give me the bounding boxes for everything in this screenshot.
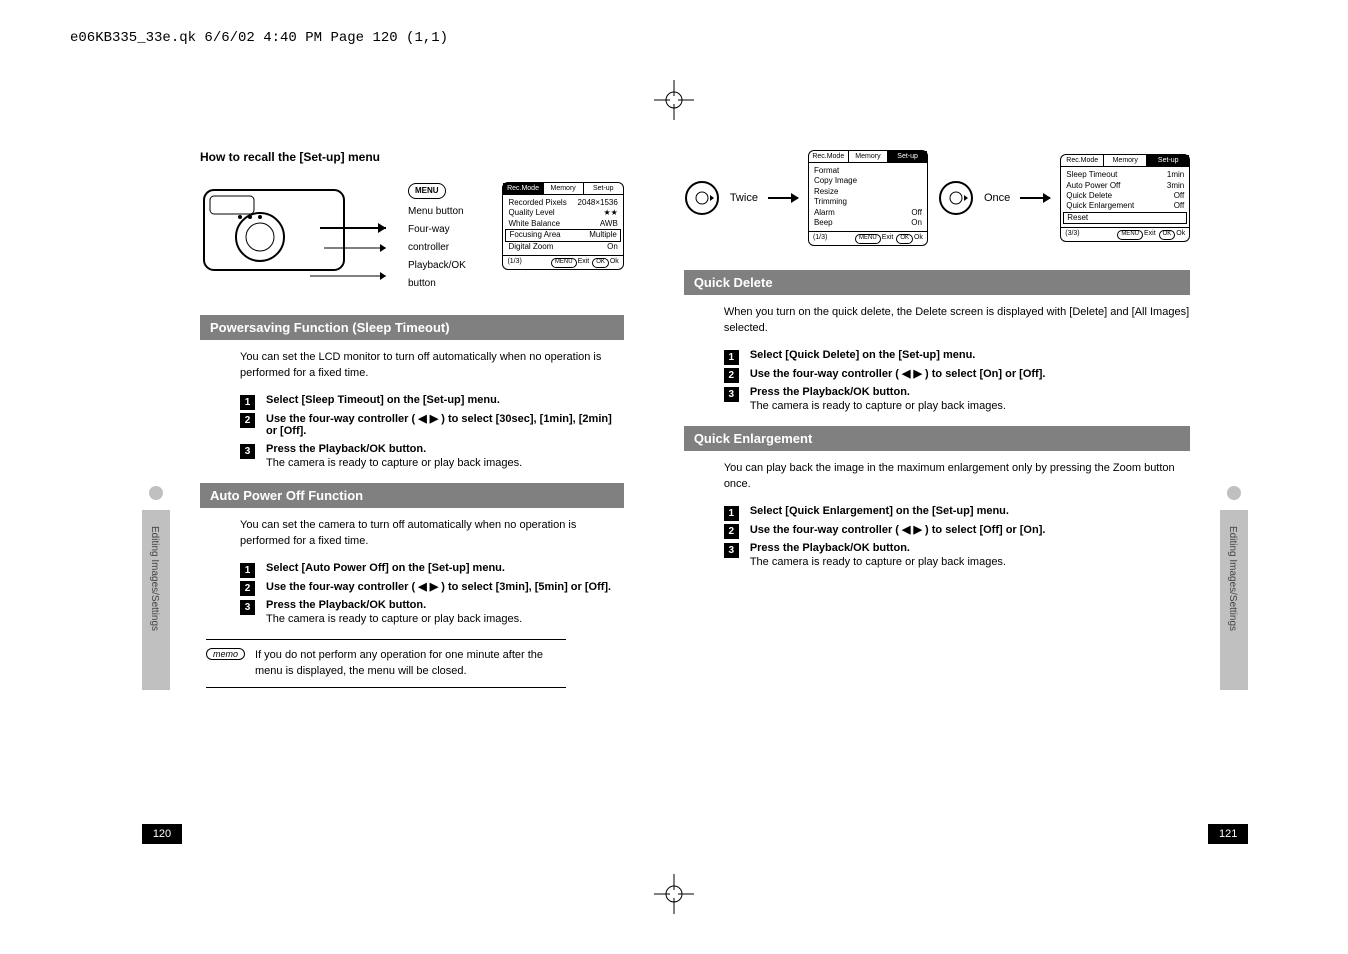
intro-quick-enlargement: You can play back the image in the maxim…	[724, 461, 1190, 493]
heading-quick-enlargement: Quick Enlargement	[684, 426, 1190, 451]
steps-auto-power-off: Select [Auto Power Off] on the [Set-up] …	[240, 562, 624, 625]
recall-title: How to recall the [Set-up] menu	[200, 150, 624, 164]
intro-quick-delete: When you turn on the quick delete, the D…	[724, 305, 1190, 337]
lcd-screen-rec-mode: Rec.Mode Memory Set-up Recorded Pixels20…	[502, 182, 623, 270]
side-tab-left: Editing Images/Settings	[142, 510, 170, 690]
pdf-header: e06KB335_33e.qk 6/6/02 4:40 PM Page 120 …	[70, 30, 448, 46]
arrow-icon	[768, 197, 798, 199]
heading-auto-power-off: Auto Power Off Function	[200, 483, 624, 508]
dpad-icon	[684, 180, 720, 216]
lcd-screen-setup-1: Rec.Mode Memory Set-up Format Copy Image…	[808, 150, 928, 246]
side-tab-right: Editing Images/Settings	[1220, 510, 1248, 690]
memo-icon: memo	[206, 648, 245, 660]
heading-quick-delete: Quick Delete	[684, 270, 1190, 295]
camera-callouts: MENU Menu button Four-way controller Pla…	[408, 182, 484, 293]
heading-sleep-timeout: Powersaving Function (Sleep Timeout)	[200, 315, 624, 340]
memo-note: memo If you do not perform any operation…	[206, 639, 566, 688]
crop-mark-bottom	[0, 874, 1348, 914]
steps-quick-delete: Select [Quick Delete] on the [Set-up] me…	[724, 349, 1190, 412]
steps-sleep-timeout: Select [Sleep Timeout] on the [Set-up] m…	[240, 394, 624, 469]
camera-illustration	[200, 182, 390, 292]
intro-sleep-timeout: You can set the LCD monitor to turn off …	[240, 350, 624, 382]
crop-mark-top	[0, 80, 1348, 120]
steps-quick-enlargement: Select [Quick Enlargement] on the [Set-u…	[724, 505, 1190, 568]
lcd-screen-setup-3: Rec.Mode Memory Set-up Sleep Timeout1min…	[1060, 154, 1190, 242]
dpad-icon	[938, 180, 974, 216]
arrow-icon	[1020, 197, 1050, 199]
page-number-left: 120	[142, 824, 182, 844]
nav-twice-label: Twice	[730, 192, 758, 204]
nav-once-label: Once	[984, 192, 1010, 204]
intro-auto-power-off: You can set the camera to turn off autom…	[240, 518, 624, 550]
page-number-right: 121	[1208, 824, 1248, 844]
